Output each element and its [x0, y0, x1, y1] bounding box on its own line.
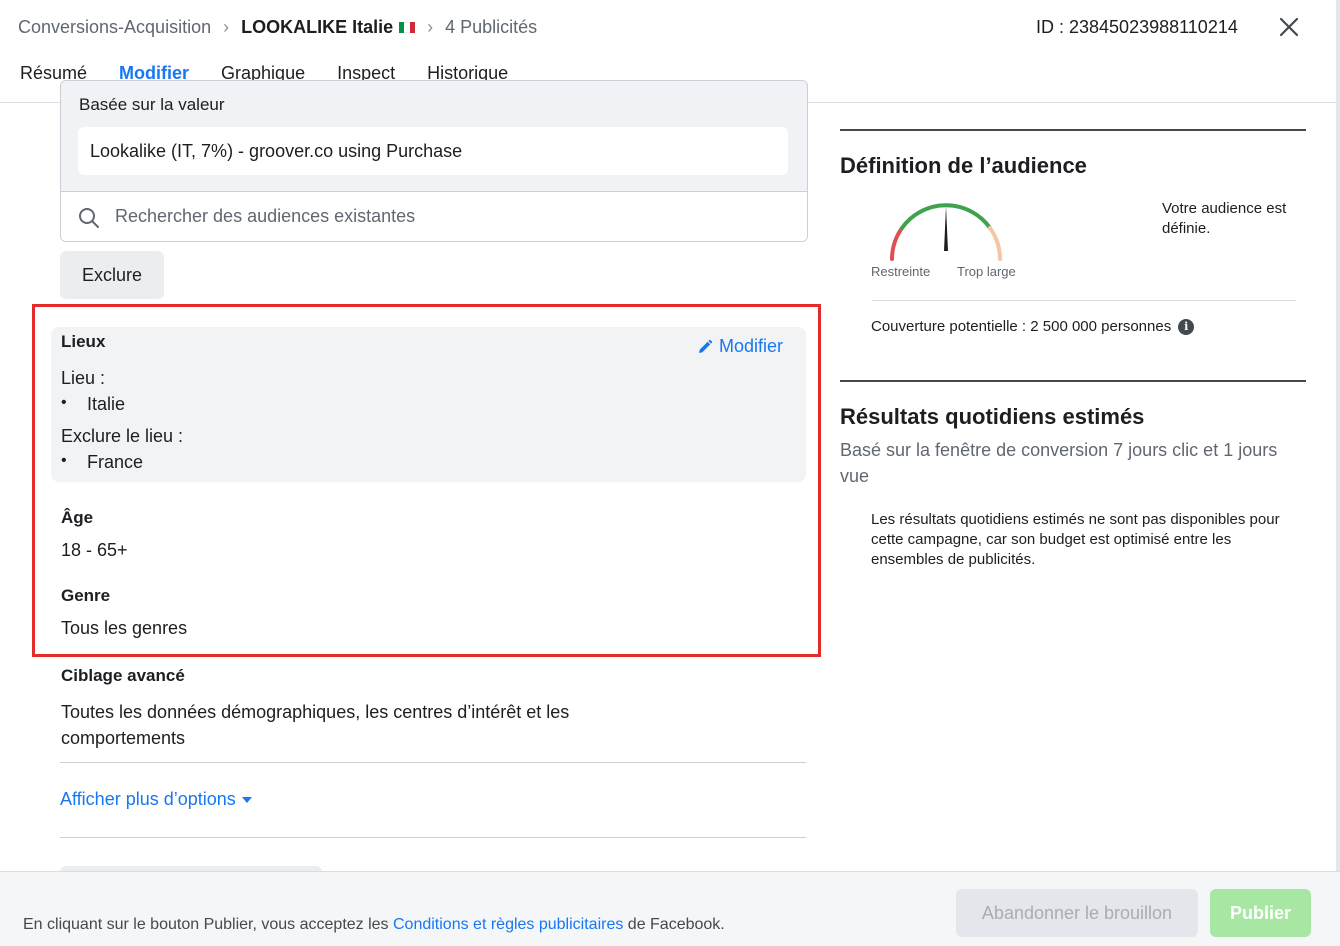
- audience-search-input[interactable]: Rechercher des audiences existantes: [61, 191, 807, 241]
- more-options-label: Afficher plus d’options: [60, 789, 236, 809]
- age-value: 18 - 65+: [61, 540, 128, 560]
- gauge-label-broad: Trop large: [957, 264, 1016, 279]
- daily-results-note: Les résultats quotidiens estimés ne sont…: [871, 511, 1280, 568]
- potential-reach: Couverture potentielle : 2 500 000 perso…: [871, 318, 1195, 335]
- audience-gauge: [890, 203, 1002, 261]
- chevron-right-icon: ›: [223, 17, 230, 37]
- modify-label: Modifier: [719, 336, 784, 356]
- selected-audience-token[interactable]: Lookalike (IT, 7%) - groover.co using Pu…: [78, 127, 788, 175]
- location-include-item: Italie: [61, 394, 125, 415]
- footer-bar: En cliquant sur le bouton Publier, vous …: [0, 871, 1340, 946]
- pencil-icon: [699, 339, 713, 353]
- footer-terms: En cliquant sur le bouton Publier, vous …: [23, 916, 725, 934]
- gender-title: Genre: [61, 586, 111, 605]
- daily-results-subtitle: Basé sur la fenêtre de conversion 7 jour…: [840, 440, 1278, 486]
- advanced-targeting-line2: comportements: [61, 728, 186, 748]
- exclude-button[interactable]: Exclure: [60, 251, 164, 299]
- footer-text-after: de Facebook.: [623, 916, 725, 933]
- daily-results-divider: [840, 380, 1306, 382]
- location-include-label: Lieu :: [61, 368, 106, 388]
- chevron-right-icon: ›: [427, 17, 434, 37]
- audience-definition-title: Définition de l’audience: [840, 153, 1087, 178]
- locations-panel: [51, 327, 806, 482]
- breadcrumb-campaign[interactable]: Conversions-Acquisition: [18, 17, 211, 38]
- age-title: Âge: [61, 508, 94, 527]
- gender-value: Tous les genres: [61, 618, 188, 638]
- terms-link[interactable]: Conditions et règles publicitaires: [393, 916, 623, 933]
- close-icon: [1279, 17, 1299, 37]
- daily-results-title: Résultats quotidiens estimés: [840, 404, 1145, 429]
- show-more-options-link[interactable]: Afficher plus d’options: [60, 789, 252, 810]
- section-divider: [60, 762, 806, 763]
- breadcrumb-ads[interactable]: 4 Publicités: [445, 17, 537, 38]
- advanced-targeting-line1: Toutes les données démographiques, les c…: [61, 702, 570, 722]
- footer-text-before: En cliquant sur le bouton Publier, vous …: [23, 916, 393, 933]
- search-placeholder: Rechercher des audiences existantes: [115, 206, 416, 226]
- reach-divider: [872, 300, 1296, 301]
- location-exclude-label: Exclure le lieu :: [61, 426, 184, 446]
- audience-sublabel: Basée sur la valeur: [79, 95, 225, 114]
- scrollbar[interactable]: [1336, 0, 1340, 871]
- potential-reach-text: Couverture potentielle : 2 500 000 perso…: [871, 318, 1172, 335]
- location-exclude-item: France: [61, 452, 143, 473]
- info-icon[interactable]: i: [1178, 318, 1195, 335]
- discard-draft-button[interactable]: Abandonner le brouillon: [956, 889, 1198, 937]
- advanced-targeting-title: Ciblage avancé: [61, 666, 185, 685]
- custom-audience-box: Basée sur la valeur Lookalike (IT, 7%) -…: [60, 80, 808, 242]
- italy-flag-icon: [399, 22, 416, 33]
- breadcrumb-adset[interactable]: LOOKALIKE Italie: [241, 17, 393, 38]
- publish-button[interactable]: Publier: [1210, 889, 1311, 937]
- caret-down-icon: [241, 796, 252, 803]
- audience-selected-area: Basée sur la valeur Lookalike (IT, 7%) -…: [61, 81, 807, 191]
- adset-id: ID : 23845023988110214: [1036, 17, 1238, 37]
- audience-status: Votre audience est définie.: [1162, 200, 1287, 237]
- locations-title: Lieux: [61, 332, 106, 351]
- section-divider: [60, 837, 806, 838]
- breadcrumb: Conversions-Acquisition › LOOKALIKE Ital…: [18, 17, 537, 38]
- gauge-needle: [944, 206, 948, 251]
- modify-locations-link[interactable]: Modifier: [697, 336, 783, 357]
- gauge-label-narrow: Restreinte: [871, 264, 931, 279]
- close-button[interactable]: [1276, 14, 1302, 40]
- search-icon: [79, 208, 99, 228]
- audience-definition-divider: [840, 129, 1306, 131]
